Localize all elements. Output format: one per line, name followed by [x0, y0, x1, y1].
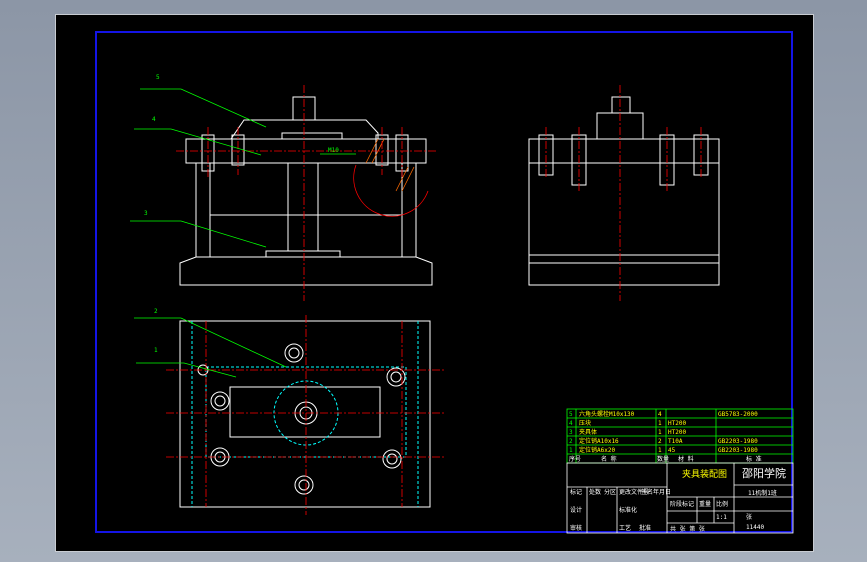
svg-text:压块: 压块 — [579, 419, 591, 427]
callout-4: 4 — [152, 116, 156, 123]
svg-text:六角头螺栓M10x130: 六角头螺栓M10x130 — [579, 410, 635, 418]
svg-text:比例: 比例 — [716, 500, 728, 508]
svg-text:阶段标记: 阶段标记 — [670, 500, 694, 508]
callout-3: 3 — [144, 210, 148, 217]
svg-text:HT200: HT200 — [668, 429, 686, 436]
svg-text:GB2203-1980: GB2203-1980 — [718, 447, 758, 454]
svg-text:夹具体: 夹具体 — [579, 428, 597, 436]
svg-text:处数: 处数 — [589, 488, 601, 496]
svg-text:批准: 批准 — [639, 524, 651, 532]
svg-text:HT200: HT200 — [668, 420, 686, 427]
svg-text:4: 4 — [569, 420, 573, 427]
svg-text:45: 45 — [668, 447, 676, 454]
callout-1: 1 — [154, 347, 158, 354]
callout-2: 2 — [154, 308, 158, 315]
svg-text:1: 1 — [658, 420, 662, 427]
svg-text:工艺: 工艺 — [619, 524, 631, 532]
svg-text:设计: 设计 — [570, 506, 582, 514]
side-view-centerlines — [545, 85, 702, 301]
svg-text:1: 1 — [658, 447, 662, 454]
svg-text:签名: 签名 — [641, 488, 653, 496]
svg-text:数量: 数量 — [657, 455, 669, 463]
front-view — [179, 96, 433, 286]
section-hatch — [353, 138, 429, 217]
svg-text:GB5783-2000: GB5783-2000 — [718, 411, 758, 418]
svg-text:2: 2 — [569, 438, 573, 445]
svg-text:年月日: 年月日 — [653, 488, 671, 496]
callout-5: 5 — [156, 74, 160, 81]
svg-text:重量: 重量 — [699, 500, 711, 508]
svg-text:3: 3 — [569, 429, 573, 436]
svg-text:材 料: 材 料 — [678, 455, 694, 463]
drawing-name: 夹具装配图 — [682, 468, 727, 480]
svg-text:1: 1 — [658, 429, 662, 436]
cad-viewport[interactable]: M10 5 4 3 2 1 5 六角头螺栓M10x130 4 GB5783-20… — [55, 14, 814, 552]
top-view-centerlines — [166, 315, 446, 515]
svg-text:共 张 第 张: 共 张 第 张 — [670, 525, 705, 533]
svg-text:T10A: T10A — [668, 438, 683, 445]
svg-text:标记: 标记 — [570, 488, 582, 496]
svg-text:2: 2 — [658, 438, 662, 445]
front-view-centerlines — [176, 85, 436, 301]
svg-text:分区: 分区 — [604, 488, 616, 496]
svg-text:4: 4 — [658, 411, 662, 418]
svg-text:张: 张 — [746, 513, 752, 521]
svg-text:定位销A10x16: 定位销A10x16 — [579, 437, 619, 445]
svg-text:标 准: 标 准 — [746, 455, 762, 463]
svg-text:序号: 序号 — [569, 455, 581, 463]
svg-text:名 称: 名 称 — [601, 455, 617, 463]
svg-text:审核: 审核 — [570, 524, 582, 532]
dimension-label: M10 — [328, 147, 339, 154]
svg-text:1:1: 1:1 — [716, 514, 727, 521]
drawing-number: 11440 — [746, 524, 764, 531]
svg-text:GB2203-1980: GB2203-1980 — [718, 438, 758, 445]
svg-text:标准化: 标准化 — [619, 506, 637, 514]
school-name: 邵阳学院 — [742, 466, 786, 480]
class-name: 11机制1班 — [748, 489, 777, 497]
side-view — [528, 96, 720, 286]
svg-text:定位销A6x20: 定位销A6x20 — [579, 446, 615, 454]
svg-text:1: 1 — [569, 447, 573, 454]
dimension-annotation: M10 — [320, 147, 356, 155]
top-view — [179, 320, 431, 508]
svg-text:5: 5 — [569, 411, 573, 418]
drawing-canvas: M10 5 4 3 2 1 5 六角头螺栓M10x130 4 GB5783-20… — [95, 31, 794, 534]
